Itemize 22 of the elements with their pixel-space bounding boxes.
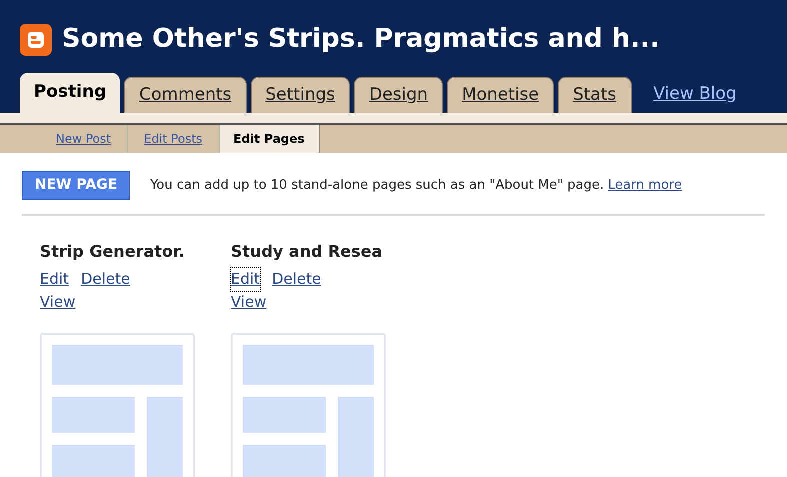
nav-tab[interactable]: Posting <box>20 73 120 113</box>
page-title: Strip Generator. <box>40 241 186 263</box>
new-page-button[interactable]: NEW PAGE <box>22 171 130 200</box>
nav-tab[interactable]: Settings <box>250 77 350 113</box>
subtab[interactable]: Edit Pages <box>220 125 320 153</box>
nav-tab[interactable]: Comments <box>124 77 247 113</box>
nav-tab[interactable]: Monetise <box>447 77 554 113</box>
subtab[interactable]: New Post <box>40 125 128 153</box>
view-blog-link[interactable]: View Blog <box>636 82 755 113</box>
page-action-link[interactable]: Edit <box>231 268 260 290</box>
view-link[interactable]: View <box>40 290 76 313</box>
blog-title: Some Other's Strips. Pragmatics and h... <box>62 23 660 56</box>
nav-tab[interactable]: Stats <box>558 77 632 113</box>
logo-icon <box>20 24 52 56</box>
page-title: Study and Resea <box>231 241 384 263</box>
nav-tab[interactable]: Design <box>354 77 444 113</box>
page-action-link[interactable]: Delete <box>272 268 322 290</box>
page-action-link[interactable]: Delete <box>81 268 130 290</box>
info-text: You can add up to 10 stand-alone pages such as an "About Me" page. <box>150 176 604 195</box>
view-link[interactable]: View <box>231 290 267 313</box>
page-action-link[interactable]: Edit <box>40 268 70 290</box>
learn-more-link[interactable]: Learn more <box>608 176 682 196</box>
